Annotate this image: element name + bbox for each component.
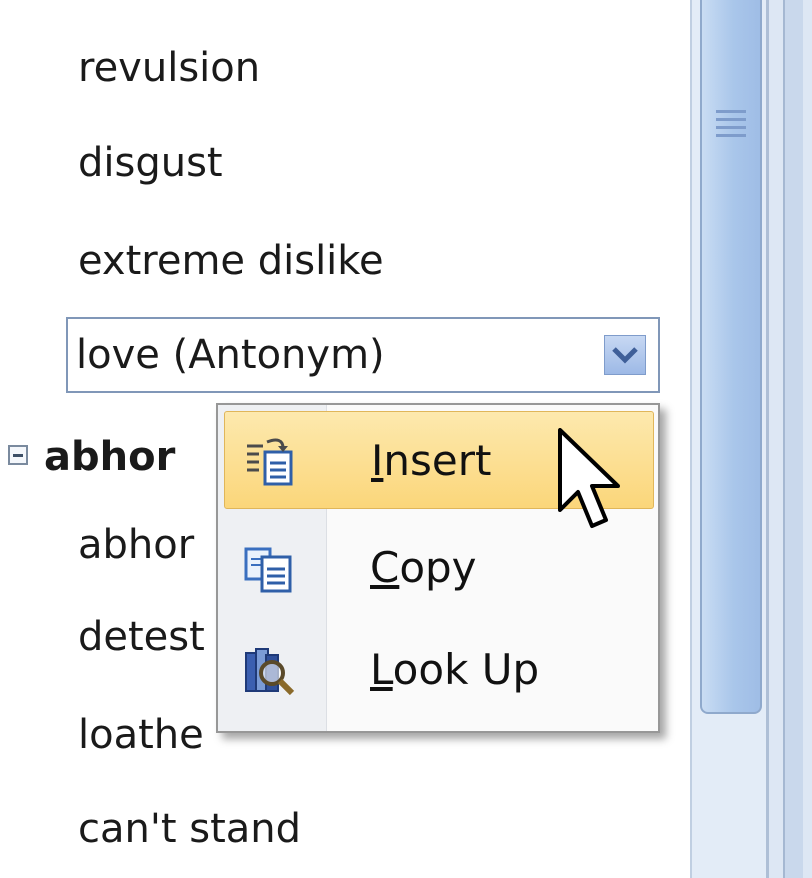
list-item[interactable]: detest — [78, 613, 205, 661]
antonym-combo[interactable]: love (Antonym) — [66, 317, 660, 393]
list-item[interactable]: abhor — [78, 521, 194, 569]
list-item[interactable]: extreme dislike — [78, 237, 384, 285]
grip-line — [716, 134, 746, 137]
dropdown-button[interactable] — [604, 335, 646, 375]
grip-line — [716, 126, 746, 129]
menu-label-look-up: Look Up — [370, 645, 540, 694]
insert-icon — [247, 438, 293, 486]
list-item[interactable]: revulsion — [78, 44, 260, 92]
list-item[interactable]: disgust — [78, 139, 223, 187]
list-item[interactable]: can't stand — [78, 805, 301, 853]
copy-icon — [244, 547, 292, 593]
list-item[interactable]: loathe — [78, 711, 204, 759]
menu-label-copy: Copy — [370, 543, 477, 592]
pane-border — [766, 0, 812, 878]
chevron-down-icon — [612, 347, 638, 364]
grip-line — [716, 110, 746, 113]
list-item-heading[interactable]: abhor — [44, 433, 175, 481]
look-up-icon — [245, 648, 295, 696]
collapse-icon[interactable] — [8, 445, 28, 465]
menu-item-copy[interactable]: Copy — [224, 519, 654, 617]
combo-label: love (Antonym) — [76, 332, 385, 378]
scrollbar-thumb[interactable] — [700, 0, 762, 714]
menu-label-insert: Insert — [371, 436, 492, 485]
menu-item-look-up[interactable]: Look Up — [224, 621, 654, 719]
mouse-pointer-icon — [558, 428, 620, 528]
grip-line — [716, 118, 746, 121]
